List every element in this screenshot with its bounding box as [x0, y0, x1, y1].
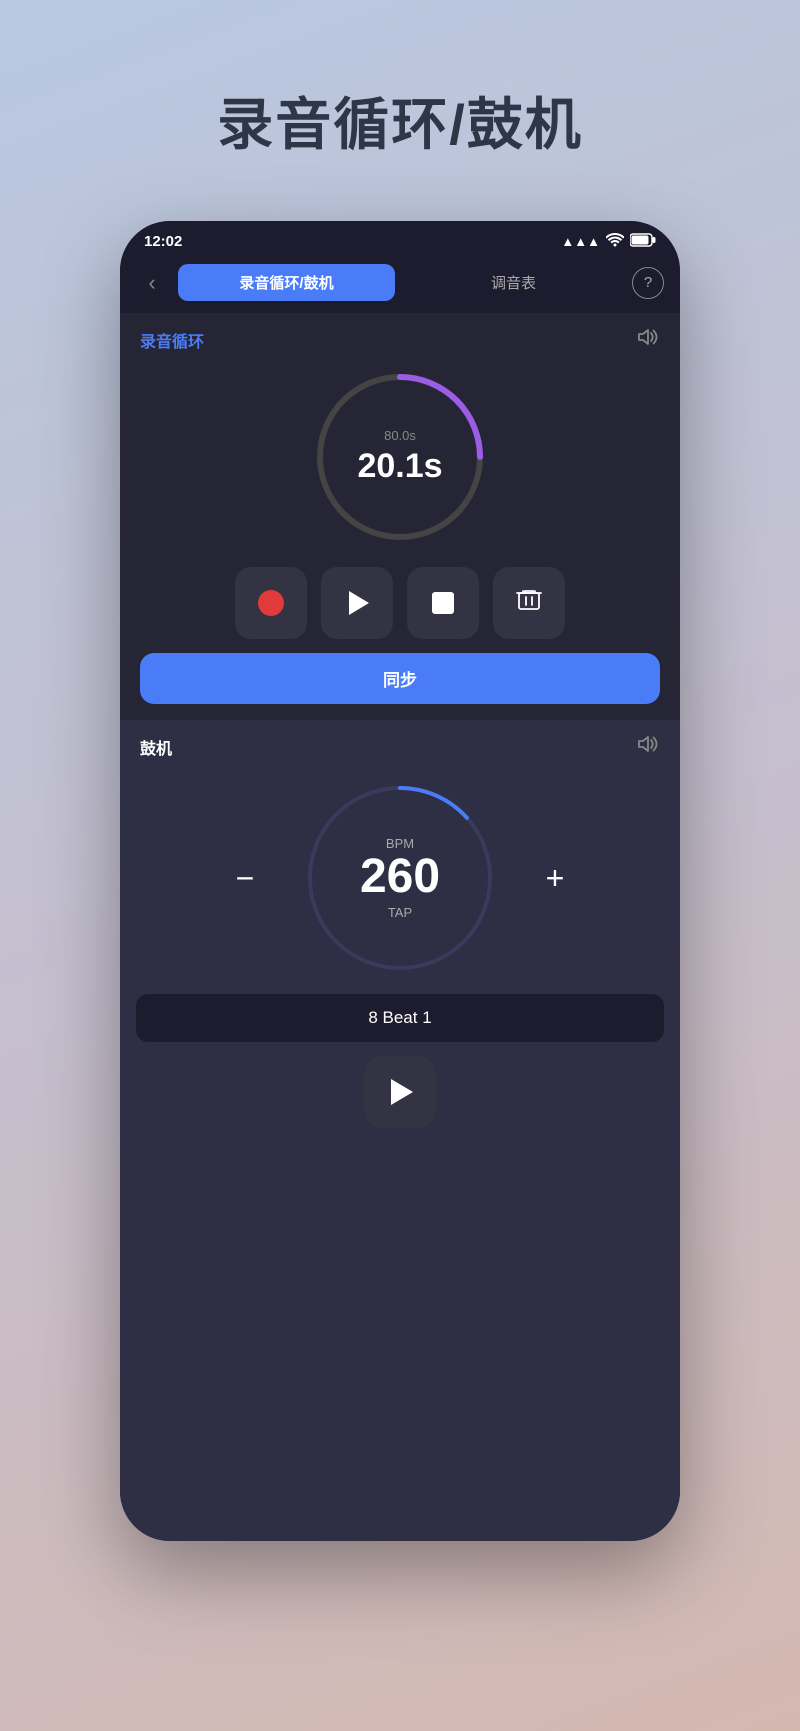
loop-circle: 80.0s 20.1s — [120, 367, 680, 547]
back-button[interactable]: ‹ — [136, 270, 168, 296]
loop-volume-icon[interactable] — [636, 327, 660, 353]
loop-timer-current: 20.1s — [357, 447, 442, 486]
loop-section: 录音循环 80.0s 20.1s — [120, 313, 680, 720]
loop-header: 录音循环 — [120, 313, 680, 357]
loop-controls — [120, 567, 680, 653]
loop-label: 录音循环 — [140, 328, 204, 352]
page-title: 录音循环/鼓机 — [217, 80, 583, 161]
bpm-row: − BPM 260 TAP + — [120, 768, 680, 994]
bpm-value: 260 — [360, 853, 440, 901]
beat-selector[interactable]: 8 Beat 1 — [136, 994, 664, 1042]
trash-icon — [516, 587, 542, 619]
help-button[interactable]: ? — [632, 267, 664, 299]
play-icon — [349, 591, 369, 615]
drum-label: 鼓机 — [140, 735, 172, 759]
tab-tuner[interactable]: 调音表 — [405, 264, 622, 301]
wifi-icon — [606, 233, 624, 250]
drum-play-icon — [391, 1079, 413, 1105]
stop-icon — [432, 592, 454, 614]
signal-icon: ▲▲▲ — [561, 234, 600, 249]
drum-play-button[interactable] — [364, 1056, 436, 1128]
sync-button[interactable]: 同步 — [140, 653, 660, 704]
loop-timer-total: 80.0s — [357, 428, 442, 443]
delete-button[interactable] — [493, 567, 565, 639]
status-time: 12:02 — [144, 233, 182, 250]
bpm-tap[interactable]: TAP — [360, 905, 440, 920]
status-icons: ▲▲▲ — [561, 233, 656, 250]
play-button[interactable] — [321, 567, 393, 639]
drum-header: 鼓机 — [120, 720, 680, 768]
bpm-circle[interactable]: BPM 260 TAP — [300, 778, 500, 978]
bpm-plus-button[interactable]: + — [530, 853, 580, 903]
nav-bar: ‹ 录音循环/鼓机 调音表 ? — [120, 256, 680, 313]
battery-icon — [630, 233, 656, 250]
tab-loop[interactable]: 录音循环/鼓机 — [178, 264, 395, 301]
stop-button[interactable] — [407, 567, 479, 639]
status-bar: 12:02 ▲▲▲ — [120, 221, 680, 256]
drum-section: 鼓机 − BPM 260 TAP — [120, 720, 680, 1541]
record-dot-icon — [258, 590, 284, 616]
bpm-label: BPM — [360, 836, 440, 851]
record-button[interactable] — [235, 567, 307, 639]
bpm-minus-button[interactable]: − — [220, 853, 270, 903]
phone-frame: 12:02 ▲▲▲ ‹ 录音循环/鼓机 调音表 ? 录音循 — [120, 221, 680, 1541]
drum-volume-icon[interactable] — [636, 734, 660, 760]
